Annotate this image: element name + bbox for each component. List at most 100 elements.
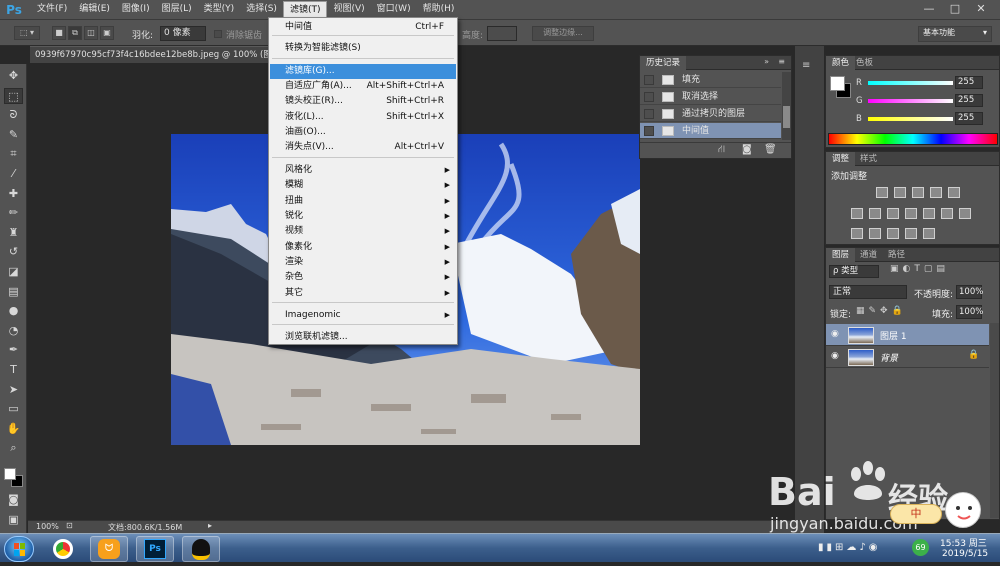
maximize-button[interactable]: □ [946,1,964,16]
tray-badge[interactable]: 69 [912,539,929,556]
layer-row[interactable]: ◉ 背景 🔒 [826,346,989,368]
menu-item[interactable]: 类型(Y) [198,1,241,18]
subtract-selection-icon[interactable]: ◫ [84,26,98,40]
menu-item[interactable]: 窗口(W) [371,1,417,18]
foreground-color-tool[interactable] [4,468,16,480]
eyedropper-tool-icon[interactable]: ⁄ [4,166,23,182]
triangle-icon[interactable] [948,187,960,198]
new-selection-icon[interactable]: ■ [52,26,66,40]
move-tool-icon[interactable]: ✥ [4,68,23,84]
filter-menu-item[interactable]: 自适应广角(A)... Alt+Shift+Ctrl+A [270,79,456,94]
black-white-icon[interactable] [905,208,917,219]
status-preview-icon[interactable]: ⊡ [66,521,73,530]
dock-menu-icon[interactable]: ≡ [802,60,810,71]
lock-icons[interactable]: ▦✎✥🔒 [856,306,907,316]
path-select-tool-icon[interactable]: ➤ [4,382,23,398]
filter-menu-item[interactable]: 消失点(V)... Alt+Ctrl+V [270,140,456,155]
exposure-icon[interactable] [930,187,942,198]
shape-tool-icon[interactable]: ▭ [4,401,23,417]
threshold-icon[interactable] [887,228,899,239]
filter-menu-item[interactable]: 渲染 ▶ [270,255,456,270]
filter-menu-item[interactable]: 浏览联机滤镜... [270,330,456,345]
dodge-tool-icon[interactable]: ◔ [4,323,23,339]
color-spectrum-bar[interactable] [828,133,998,145]
filter-menu-item[interactable]: 杂色 ▶ [270,270,456,285]
panel-menu-icon[interactable]: ≡ [778,57,785,66]
document-tab[interactable]: 0939f67970c95cf73f4c16bdee12be8b.jpeg @ … [30,46,270,63]
eye-visibility-icon[interactable]: ◉ [831,351,839,361]
taskbar-photoshop-app[interactable]: Ps [136,536,174,562]
color-lookup-icon[interactable] [959,208,971,219]
zoom-level[interactable]: 100% [36,522,59,531]
history-item[interactable]: 填充 [640,72,781,88]
camera-icon[interactable]: ◙ [742,144,752,155]
filter-menu-item[interactable]: 滤镜库(G)... [270,64,456,79]
history-scrollbar[interactable] [782,72,791,140]
blend-mode-select[interactable]: 正常 [829,285,907,299]
refine-edge-button[interactable]: 调整边缘... [532,26,594,41]
filter-menu-item[interactable]: 锐化 ▶ [270,209,456,224]
lasso-tool-icon[interactable]: ᘐ [4,107,23,123]
workspace-select[interactable]: 基本功能 ▾ [918,26,992,42]
filter-menu-item[interactable]: 镜头校正(R)... Shift+Ctrl+R [270,94,456,109]
menu-item[interactable]: 滤镜(T) [282,1,328,18]
invert-icon[interactable] [851,228,863,239]
red-channel-slider[interactable] [868,81,953,85]
layers-scrollbar[interactable] [990,323,999,518]
fill-input[interactable]: 100% [956,305,983,319]
zoom-tool-icon[interactable]: ⌕ [4,440,23,456]
filter-menu-item[interactable]: 转换为智能滤镜(S) [270,41,456,56]
eye-visibility-icon[interactable]: ◉ [831,329,839,339]
pen-tool-icon[interactable]: ✒ [4,342,23,358]
minimize-button[interactable]: — [920,1,938,16]
history-item[interactable]: 取消选择 [640,89,781,105]
history-item[interactable]: 通过拷贝的图层 [640,106,781,122]
tab-adjustments[interactable]: 调整 [826,152,856,166]
tray-icons[interactable]: ▮▮⊞☁♪◉ [818,542,881,553]
quick-select-tool-icon[interactable]: ✎ [4,127,23,143]
blur-tool-icon[interactable]: ● [4,303,23,319]
brush-tool-icon[interactable]: ✏ [4,205,23,221]
levels-icon[interactable] [894,187,906,198]
tab-layers[interactable]: 图层 [826,248,856,262]
filter-menu-item[interactable]: 风格化 ▶ [270,163,456,178]
taskbar-uc-app[interactable]: ᗢ [90,536,128,562]
gradient-tool-icon[interactable]: ▤ [4,284,23,300]
eraser-tool-icon[interactable]: ◪ [4,264,23,280]
filter-menu-item[interactable]: 像素化 ▶ [270,240,456,255]
filter-menu-item[interactable]: 扭曲 ▶ [270,194,456,209]
tab-channels[interactable]: 通道 [854,248,883,262]
layer-filter-icons[interactable]: ▣◐T▢▤ [890,264,949,274]
taskbar-qq-app[interactable] [182,536,220,562]
red-channel-value[interactable]: 255 [955,76,983,89]
hue-sat-icon[interactable] [869,208,881,219]
channel-mixer-icon[interactable] [941,208,953,219]
status-arrow-icon[interactable]: ▸ [208,521,212,530]
history-source-checkbox[interactable] [644,109,654,119]
intersect-selection-icon[interactable]: ▣ [100,26,114,40]
history-source-checkbox[interactable] [644,75,654,85]
vibrance-icon[interactable] [851,208,863,219]
menu-item[interactable]: 视图(V) [327,1,370,18]
taskbar-chrome-app[interactable] [44,536,82,562]
gradient-map-icon[interactable] [905,228,917,239]
healing-brush-tool-icon[interactable]: ✚ [4,186,23,202]
start-button[interactable] [4,536,34,562]
new-document-from-state-icon[interactable]: ⛙ [718,144,725,157]
menu-item[interactable]: 选择(S) [240,1,283,18]
menu-item[interactable]: 编辑(E) [73,1,116,18]
filter-menu-item[interactable]: 其它 ▶ [270,286,456,301]
history-brush-tool-icon[interactable]: ↺ [4,244,23,260]
hand-tool-icon[interactable]: ✋ [4,421,23,437]
tab-styles[interactable]: 样式 [854,152,883,166]
filter-menu-item[interactable]: 模糊 ▶ [270,178,456,193]
screen-mode-icon[interactable]: ▣ [4,512,23,528]
marquee-tool-icon[interactable]: ⬚ [4,87,23,104]
add-selection-icon[interactable]: ⧉ [68,26,82,40]
marquee-preset-button[interactable]: ⬚ ▾ [14,26,40,40]
trash-icon[interactable]: 🗑 [764,144,777,155]
menu-item[interactable]: 图层(L) [156,1,198,18]
menu-item[interactable]: 文件(F) [31,1,73,18]
green-channel-slider[interactable] [868,99,953,103]
selective-color-icon[interactable] [923,228,935,239]
